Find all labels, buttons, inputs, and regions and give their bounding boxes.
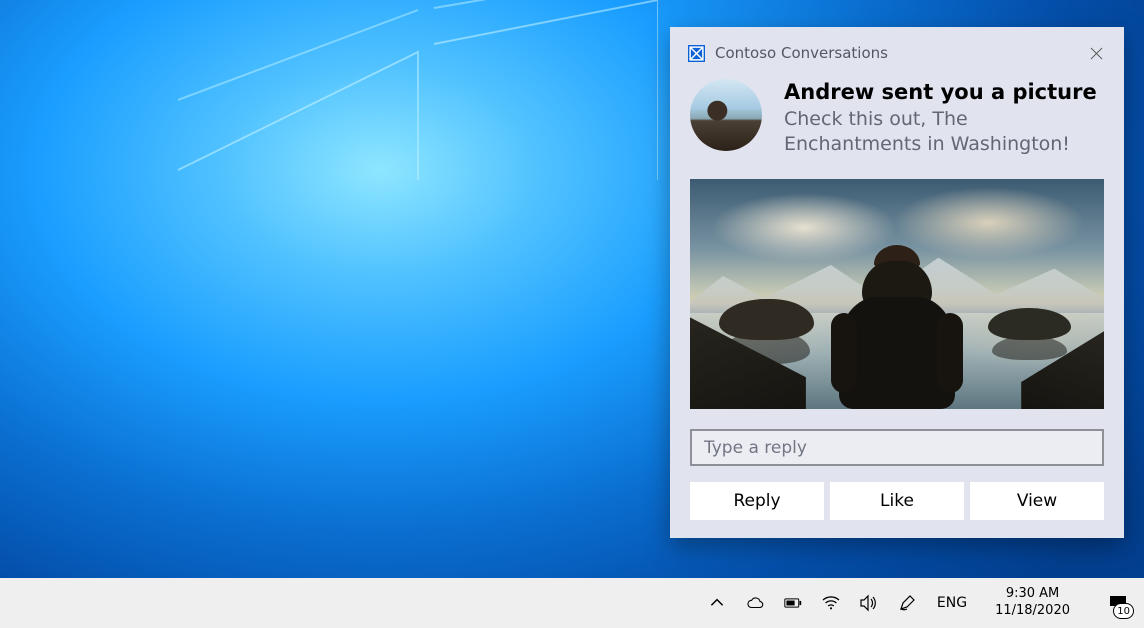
taskbar-clock[interactable]: 9:30 AM 11/18/2020 (987, 586, 1078, 619)
toast-header: Contoso Conversations (670, 27, 1124, 71)
battery-icon (784, 594, 802, 612)
tray-overflow-button[interactable] (707, 593, 727, 613)
battery-tray[interactable] (783, 593, 803, 613)
clock-date: 11/18/2020 (995, 603, 1070, 620)
notification-toast: Contoso Conversations Andrew sent you a … (670, 27, 1124, 538)
clock-time: 9:30 AM (995, 586, 1070, 603)
system-tray: ENG 9:30 AM 11/18/2020 10 (707, 578, 1140, 628)
reply-button[interactable]: Reply (690, 482, 824, 520)
volume-tray[interactable] (859, 593, 879, 613)
speaker-icon (860, 594, 878, 612)
ink-workspace-tray[interactable] (897, 593, 917, 613)
view-button[interactable]: View (970, 482, 1104, 520)
notification-body: Check this out, The Enchantments in Wash… (784, 107, 1104, 157)
close-icon (1090, 47, 1103, 60)
cloud-icon (746, 594, 764, 612)
notification-badge: 10 (1113, 603, 1134, 619)
pen-icon (898, 594, 916, 612)
toast-buttons: Reply Like View (690, 482, 1104, 520)
chevron-up-icon (708, 594, 726, 612)
like-button[interactable]: Like (830, 482, 964, 520)
wifi-icon (822, 594, 840, 612)
sender-avatar (690, 79, 762, 151)
notification-title: Andrew sent you a picture (784, 79, 1104, 105)
wifi-tray[interactable] (821, 593, 841, 613)
reply-input[interactable] (690, 429, 1104, 466)
action-center-button[interactable]: 10 (1096, 578, 1140, 628)
app-name: Contoso Conversations (715, 44, 1082, 62)
taskbar: ENG 9:30 AM 11/18/2020 10 (0, 578, 1144, 628)
toast-body: Andrew sent you a picture Check this out… (670, 71, 1124, 157)
close-button[interactable] (1082, 39, 1110, 67)
onedrive-tray[interactable] (745, 593, 765, 613)
notification-hero-image (690, 179, 1104, 409)
language-indicator[interactable]: ENG (935, 595, 969, 611)
windows-logo-light (178, 0, 658, 180)
app-icon (688, 45, 705, 62)
